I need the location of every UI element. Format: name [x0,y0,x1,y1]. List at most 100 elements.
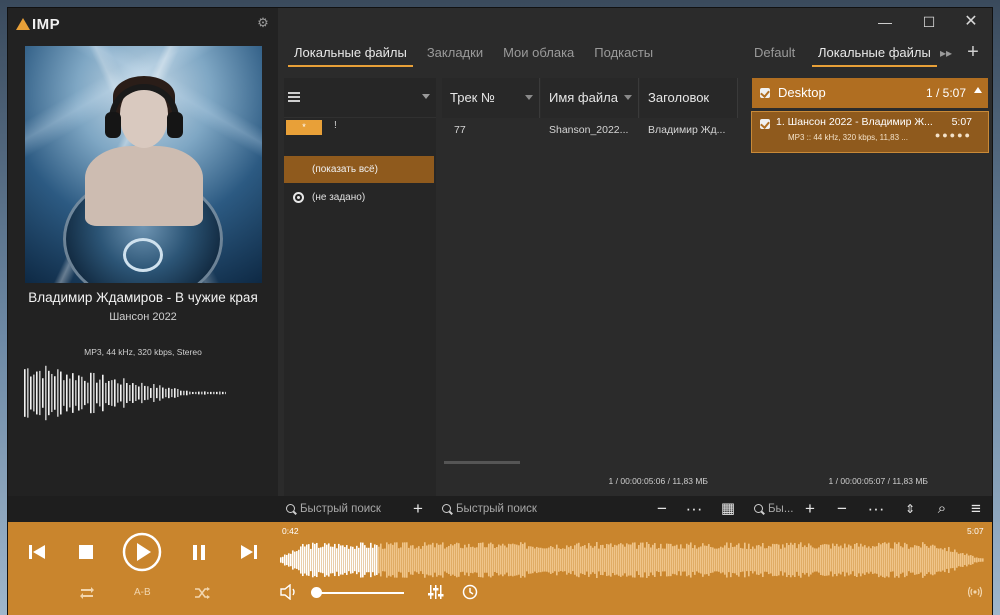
waveform-seekbar[interactable] [280,538,984,582]
checkbox-icon[interactable] [760,88,770,98]
waveform-bar [898,542,900,578]
next-icon[interactable] [240,544,258,560]
visualizer-bar [87,382,89,404]
search-icon[interactable]: ⌕ [932,499,952,519]
waveform-bar [316,542,318,578]
tab-playlist-default[interactable]: Default [744,38,805,68]
aimp-logo[interactable]: IMP [16,14,60,34]
waveform-bar [926,546,928,574]
table-cell-filename[interactable]: Shanson_2022... [549,120,639,140]
waveform-bar [390,543,392,577]
sort-arrows-icon[interactable]: ⇕ [900,499,920,519]
waveform-bar [348,548,350,572]
minus-icon[interactable]: − [832,499,852,519]
plus-icon[interactable]: + [800,499,820,519]
filter-item-show-all[interactable]: (показать всё) [284,156,434,183]
playlist-quick-search-input[interactable]: Бы... [752,496,802,522]
waveform-bar [760,546,762,574]
visualizer-bar [186,390,188,396]
waveform-bar [766,548,768,572]
previous-icon[interactable] [28,544,46,560]
chevron-down-icon[interactable] [422,94,430,99]
tab-playlist-local-files[interactable]: Локальные файлы [808,38,941,68]
waveform-bar [820,544,822,576]
library-search-input[interactable]: Быстрый поиск [284,496,404,522]
plus-icon[interactable]: + [408,499,428,519]
visualizer-bar [96,382,98,404]
more-icon[interactable]: ··· [684,499,704,519]
volume-slider-handle[interactable] [311,587,322,598]
waveform-bar [930,545,932,575]
waveform-bar [376,545,378,575]
waveform-bar [974,557,976,563]
tabs-scroll-icon[interactable]: ▸▸ [940,46,952,60]
waveform-bar [978,558,980,562]
close-icon[interactable]: ✕ [956,12,986,32]
clock-icon[interactable] [462,584,478,600]
waveform-bar [750,548,752,572]
pause-icon[interactable] [192,545,206,560]
playlist-search-input[interactable]: Быстрый поиск [440,496,590,522]
hamburger-icon[interactable]: ≡ [966,499,986,519]
horizontal-scrollbar[interactable] [444,461,520,464]
playlist-panel: Desktop 1 / 5:07 1. Шансон 2022 - Владим… [750,78,990,496]
visualizer-bar [222,391,224,395]
tab-podcasts[interactable]: Подкасты [584,38,663,68]
grid-icon[interactable]: ▦ [718,499,738,519]
rating-icon[interactable]: ●●●●● [935,130,972,140]
minus-icon[interactable]: − [652,499,672,519]
more-icon[interactable]: ··· [866,499,886,519]
favorites-filter-button[interactable]: * [286,120,322,135]
minimize-icon[interactable]: — [870,12,900,32]
checkbox-icon[interactable] [760,119,770,129]
ab-repeat-button[interactable]: A-B [134,587,151,598]
shuffle-icon[interactable] [194,586,210,600]
column-header-title[interactable]: Заголовок [640,78,738,118]
speaker-icon[interactable] [280,584,298,600]
waveform-bar [646,542,648,578]
filter-item-unset[interactable]: (не задано) [284,184,434,211]
waveform-bar [492,544,494,576]
table-cell-track[interactable]: 77 [454,120,534,140]
tab-my-clouds[interactable]: Мои облака [493,38,584,68]
waveform-bar [758,544,760,576]
volume-slider-track[interactable] [316,592,404,594]
waveform-bar [614,544,616,576]
maximize-icon[interactable]: ☐ [914,12,944,32]
playlist-entry[interactable]: 1. Шансон 2022 - Владимир Ж... 5:07 MP3 … [751,111,989,153]
stop-icon[interactable] [79,545,93,559]
visualizer-bar [171,388,173,398]
column-header-track-number[interactable]: Трек № [442,78,540,118]
waveform-bar [608,544,610,576]
play-icon[interactable] [122,532,162,572]
add-playlist-button[interactable]: + [964,42,982,62]
equalizer-icon[interactable] [428,584,444,600]
gear-icon[interactable]: ⚙ [256,16,270,30]
waveform-bar [406,542,408,578]
waveform-bar [328,543,330,577]
column-header-filename[interactable]: Имя файла [541,78,639,118]
waveform-bar [332,546,334,574]
tab-local-files[interactable]: Локальные файлы [284,38,417,68]
broadcast-icon[interactable] [968,586,982,598]
waveform-bar [642,542,644,578]
visualizer-bar [69,378,71,408]
hamburger-icon[interactable] [288,92,300,102]
waveform-bar [932,544,934,576]
waveform-bar [956,552,958,568]
table-cell-title[interactable]: Владимир Жд... [648,120,734,140]
tab-bookmarks[interactable]: Закладки [417,38,493,68]
repeat-icon[interactable] [79,586,95,600]
waveform-bar [890,548,892,572]
visualizer-bar [114,379,116,407]
waveform-bar [568,547,570,573]
waveform-bar [334,543,336,577]
playlist-group-header[interactable]: Desktop 1 / 5:07 [752,78,988,108]
waveform-bar [624,546,626,574]
visualizer-bar [99,379,101,407]
exclude-filter-button[interactable]: ! [334,120,337,131]
waveform-bar [730,542,732,578]
waveform-bar [370,542,372,578]
spectrum-visualizer[interactable] [22,360,226,426]
collapse-icon[interactable] [974,87,982,93]
